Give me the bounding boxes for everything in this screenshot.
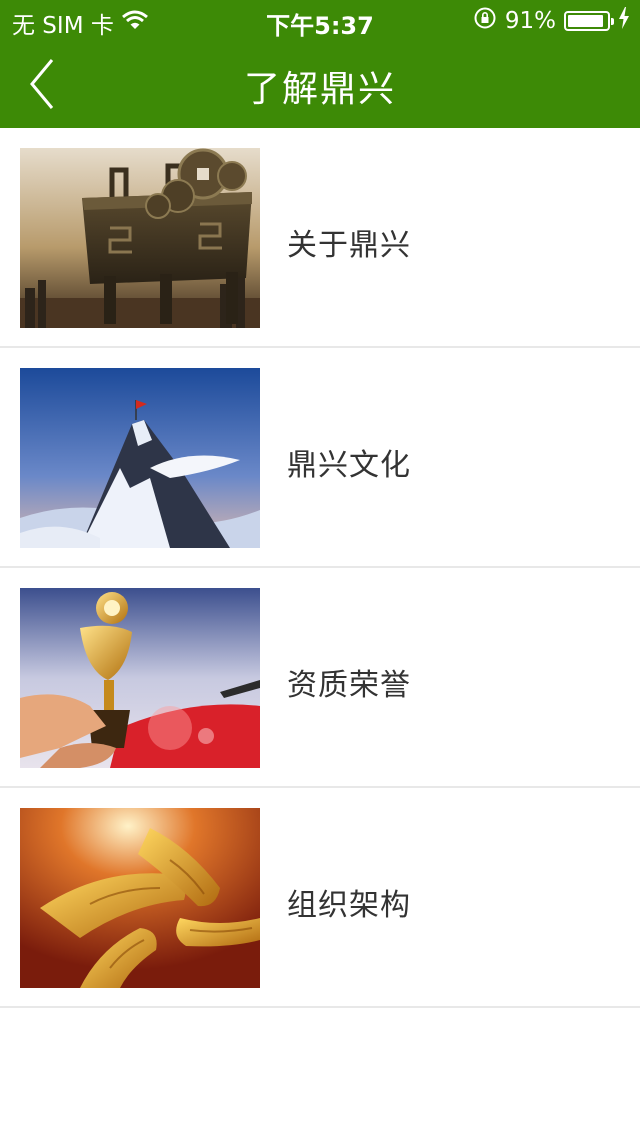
list-item-honors[interactable]: 资质荣誉 <box>0 568 640 788</box>
item-label: 组织架构 <box>287 888 411 923</box>
battery-icon <box>564 11 614 31</box>
header: 无 SIM 卡 下午5:37 91% 了解鼎兴 <box>0 0 640 128</box>
mountain-peak-image <box>20 368 260 548</box>
item-label: 资质荣誉 <box>287 668 411 703</box>
navbar: 了解鼎兴 <box>0 40 640 128</box>
bronze-ding-image <box>20 148 260 328</box>
battery-tip <box>611 18 614 25</box>
status-bar: 无 SIM 卡 下午5:37 91% <box>0 0 640 40</box>
list-item-culture[interactable]: 鼎兴文化 <box>0 348 640 568</box>
list-item-about[interactable]: 关于鼎兴 <box>0 128 640 348</box>
item-label: 鼎兴文化 <box>287 448 411 483</box>
status-right: 91% <box>473 6 630 36</box>
trophy-image <box>20 588 260 768</box>
page-title: 了解鼎兴 <box>243 69 396 110</box>
battery-level <box>568 15 603 27</box>
list-item-organization[interactable]: 组织架构 <box>0 788 640 1008</box>
rotation-lock-icon <box>473 6 497 36</box>
charging-icon <box>618 7 630 35</box>
item-label: 关于鼎兴 <box>287 228 411 263</box>
joined-hands-image <box>20 808 260 988</box>
menu-list: 关于鼎兴 鼎兴文化 资质荣誉 组织架构 <box>0 128 640 1008</box>
battery-percent: 91% <box>504 8 556 34</box>
